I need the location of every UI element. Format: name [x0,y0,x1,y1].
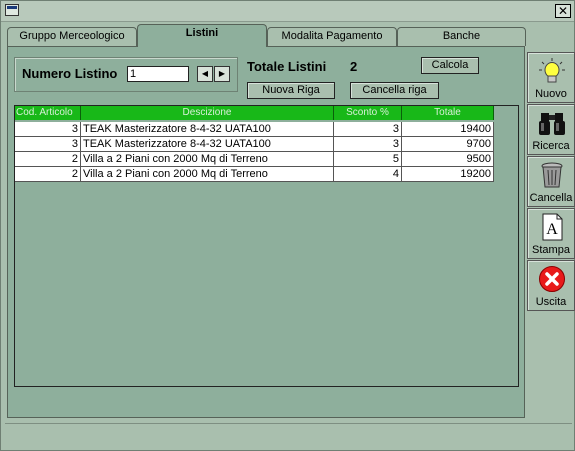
cell-descrizione: TEAK Masterizzatore 8-4-32 UATA100 [81,122,334,137]
cancella-riga-button[interactable]: Cancella riga [350,82,439,99]
column-header-sconto[interactable]: Sconto % [334,106,402,120]
exit-x-icon [539,266,565,292]
main-window: ✕ Gruppo Merceologico Listini Modalita P… [0,0,575,451]
cell-totale: 9700 [402,137,494,152]
app-icon[interactable] [5,4,19,16]
ricerca-label: Ricerca [532,140,570,152]
column-header-descrizione[interactable]: Descizione [81,106,334,120]
cell-cod-articolo: 2 [15,152,81,167]
title-bar: ✕ [1,1,574,22]
nuova-riga-button[interactable]: Nuova Riga [247,82,335,99]
nuovo-label: Nuovo [535,88,567,100]
nuovo-button[interactable]: Nuovo [527,52,575,103]
cell-sconto: 5 [334,152,402,167]
cell-totale: 19200 [402,167,494,182]
document-a-icon: A [542,213,563,241]
cell-descrizione: Villa a 2 Piani con 2000 Mq di Terreno [81,152,334,167]
totale-listini-value: 2 [350,59,358,74]
binoculars-icon [539,113,565,135]
cell-cod-articolo: 3 [15,137,81,152]
cell-descrizione: TEAK Masterizzatore 8-4-32 UATA100 [81,137,334,152]
stampa-button[interactable]: A Stampa [527,208,575,259]
table-row[interactable]: 2 Villa a 2 Piani con 2000 Mq di Terreno… [15,152,494,167]
uscita-button[interactable]: Uscita [527,260,575,311]
tab-modalita-pagamento[interactable]: Modalita Pagamento [267,27,397,46]
cell-cod-articolo: 2 [15,167,81,182]
cell-sconto: 4 [334,167,402,182]
cell-sconto: 3 [334,122,402,137]
trash-icon [541,162,563,188]
cancella-button[interactable]: Cancella [527,156,575,207]
numero-listino-label: Numero Listino [22,66,118,81]
table-row[interactable]: 3 TEAK Masterizzatore 8-4-32 UATA100 3 9… [15,137,494,152]
tab-listini[interactable]: Listini [137,24,267,47]
stampa-label: Stampa [532,244,570,256]
uscita-label: Uscita [535,296,567,308]
cancella-label: Cancella [529,192,573,204]
prev-listino-button[interactable]: ◀ [197,66,213,82]
cell-descrizione: Villa a 2 Piani con 2000 Mq di Terreno [81,167,334,182]
totale-listini-label: Totale Listini [247,59,327,74]
svg-text:A: A [546,221,558,238]
table-row[interactable]: 2 Villa a 2 Piani con 2000 Mq di Terreno… [15,167,494,182]
numero-listino-input[interactable]: 1 [127,66,189,82]
close-button[interactable]: ✕ [555,4,571,18]
cell-cod-articolo: 3 [15,122,81,137]
calcola-button[interactable]: Calcola [421,57,479,74]
lightbulb-icon [539,58,565,83]
table-row[interactable]: 3 TEAK Masterizzatore 8-4-32 UATA100 3 1… [15,122,494,137]
column-header-cod-articolo[interactable]: Cod. Articolo [15,106,81,120]
cell-totale: 19400 [402,122,494,137]
cell-totale: 9500 [402,152,494,167]
status-bar [5,423,572,450]
ricerca-button[interactable]: Ricerca [527,104,575,155]
tab-gruppo-merceologico[interactable]: Gruppo Merceologico [7,27,137,46]
column-header-totale[interactable]: Totale [402,106,494,120]
tab-banche[interactable]: Banche [397,27,526,46]
next-listino-button[interactable]: ▶ [214,66,230,82]
cell-sconto: 3 [334,137,402,152]
